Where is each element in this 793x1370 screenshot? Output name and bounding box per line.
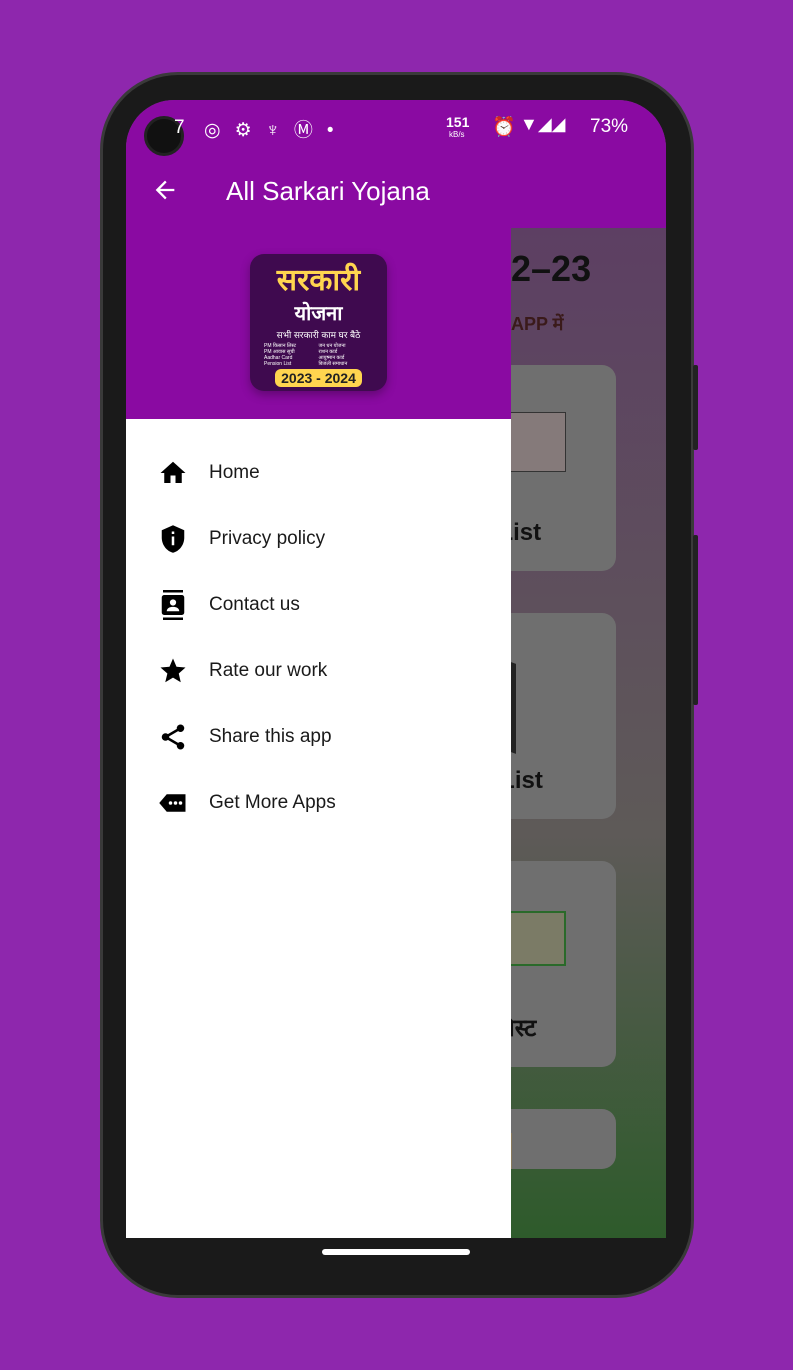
drawer-item-rate[interactable]: Rate our work (126, 643, 511, 699)
bg-heading: 2–23 (511, 248, 592, 289)
drawer-item-home[interactable]: Home (126, 445, 511, 501)
app-bar: All Sarkari Yojana (126, 156, 666, 228)
drawer-item-label: Share this app (209, 726, 332, 747)
time: 7 (174, 117, 185, 138)
home-icon (160, 461, 186, 483)
app-logo: सरकारी योजना सभी सरकारी काम घर बैठे PM क… (250, 254, 387, 391)
drawer-item-label: Rate our work (209, 660, 328, 681)
bg-subheading: APP में (511, 314, 564, 334)
net-unit: kB/s (449, 130, 465, 139)
gesture-nav-bar[interactable] (322, 1249, 470, 1255)
screen: 2–23 APP में वास List कार्ड List शन लिस्… (126, 100, 666, 1238)
status-bar: 7 ◎⚙♆Ⓜ• 151 kB/s ⏰ ▼◢◢ 73% (126, 100, 666, 156)
battery-level: 73% (590, 116, 629, 137)
notification-icons: ◎⚙♆Ⓜ• (204, 120, 348, 141)
power-button (693, 365, 698, 450)
drawer-item-contact-us[interactable]: Contact us (126, 577, 511, 633)
app-title: All Sarkari Yojana (226, 176, 430, 206)
drawer-item-more-apps[interactable]: Get More Apps (126, 775, 511, 831)
more-apps-icon (159, 794, 186, 812)
drawer-item-label: Privacy policy (209, 528, 326, 549)
shield-info-icon (161, 525, 185, 553)
drawer-item-privacy-policy[interactable]: Privacy policy (126, 511, 511, 567)
navigation-drawer: सरकारी योजना सभी सरकारी काम घर बैठे PM क… (126, 228, 511, 1238)
arrow-left-icon[interactable] (151, 176, 179, 204)
alarm-icon: ⏰ (492, 117, 516, 138)
share-icon (161, 724, 185, 750)
drawer-item-label: Contact us (209, 594, 300, 615)
drawer-header: सरकारी योजना सभी सरकारी काम घर बैठे PM क… (126, 228, 511, 419)
drawer-item-label: Get More Apps (209, 792, 336, 813)
volume-button (693, 535, 698, 705)
drawer-item-label: Home (209, 462, 260, 483)
contact-icon (161, 590, 185, 620)
drawer-item-share[interactable]: Share this app (126, 709, 511, 765)
net-speed: 151 (446, 114, 470, 130)
star-icon (160, 658, 186, 683)
wifi-signal-icons: ▼◢◢ (520, 114, 566, 134)
